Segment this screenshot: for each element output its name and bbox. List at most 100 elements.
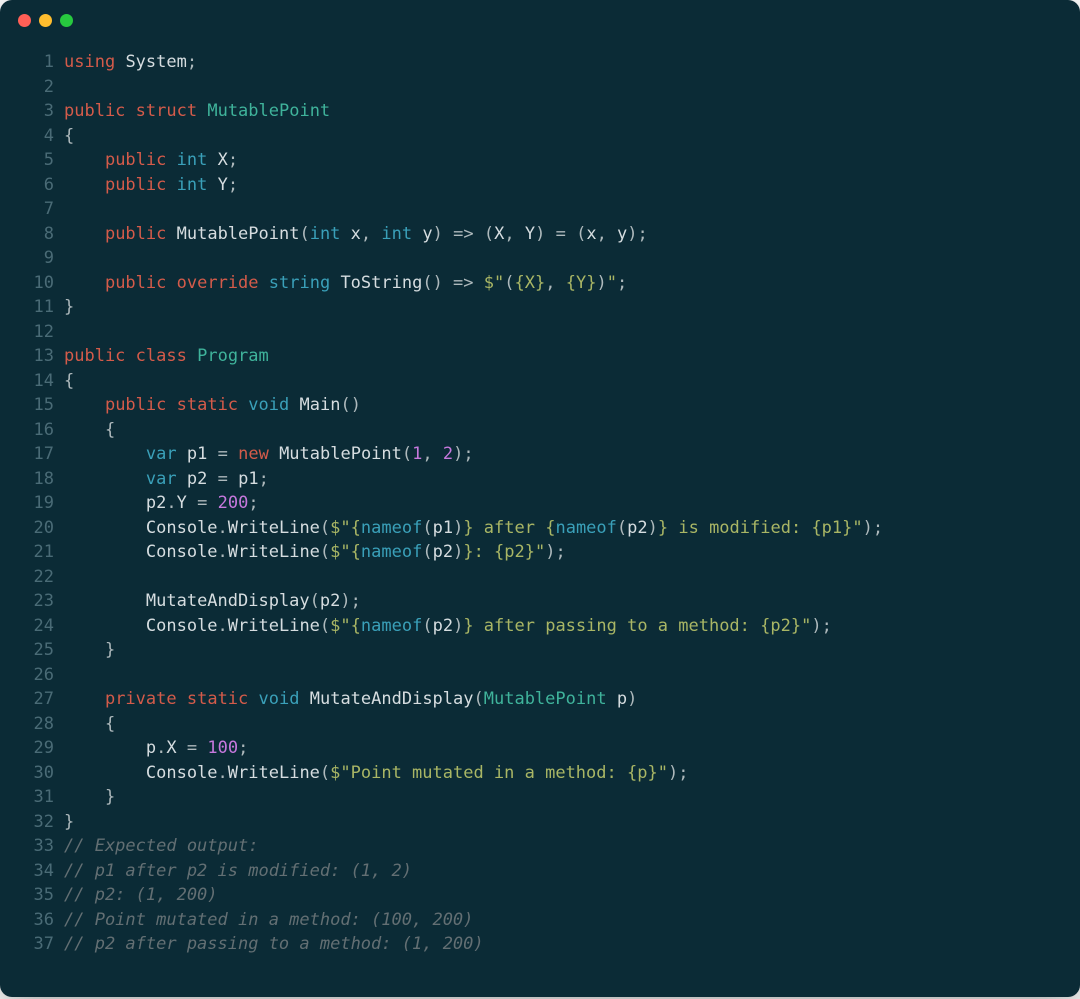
token-punct: , (545, 273, 565, 293)
code-line: p2.Y = 200; (64, 491, 1060, 516)
token-punct: . (218, 763, 228, 783)
token-str: } (463, 616, 473, 636)
code-line: Console.WriteLine($"{nameof(p2)} after p… (64, 614, 1060, 639)
token-punct: ); (453, 444, 473, 464)
token-kw: public (105, 273, 166, 293)
token-kw2: nameof (361, 616, 422, 636)
zoom-icon[interactable] (60, 14, 73, 27)
token-punct: ) (453, 518, 463, 538)
token-punct: ( (484, 224, 494, 244)
token-id: p2 (146, 493, 166, 513)
line-number: 5 (0, 148, 54, 173)
token-type: MutablePoint (484, 689, 607, 709)
code-line: { (64, 124, 1060, 149)
code-line: public int Y; (64, 173, 1060, 198)
token-punct: ); (811, 616, 831, 636)
token-str: {p2} (494, 542, 535, 562)
code-line (64, 565, 1060, 590)
token-str: $" (330, 542, 350, 562)
code-line: public static void Main() (64, 393, 1060, 418)
token-fn: MutateAndDisplay (146, 591, 310, 611)
token-str: {X} (515, 273, 546, 293)
token-punct: ) (453, 616, 463, 636)
token-op: = (556, 224, 566, 244)
token-punct: () (422, 273, 453, 293)
token-punct: . (166, 493, 176, 513)
token-punct: ) (648, 518, 658, 538)
token-punct: ; (248, 493, 258, 513)
token-num: 1 (412, 444, 422, 464)
token-punct: ( (310, 591, 320, 611)
token-punct: { (64, 371, 74, 391)
token-str: " (801, 616, 811, 636)
token-punct: } (105, 640, 115, 660)
line-number: 18 (0, 467, 54, 492)
token-kw2: int (381, 224, 412, 244)
code-window: 1234567891011121314151617181920212223242… (0, 0, 1080, 997)
token-id: X (218, 150, 228, 170)
code-line (64, 246, 1060, 271)
token-kw2: nameof (555, 518, 616, 538)
token-id: Console (146, 518, 218, 538)
line-number: 15 (0, 393, 54, 418)
token-id: y (422, 224, 432, 244)
token-id: p (617, 689, 627, 709)
token-kw: public (105, 150, 166, 170)
token-op: = (187, 738, 197, 758)
token-kw2: void (259, 689, 300, 709)
minimize-icon[interactable] (39, 14, 52, 27)
line-number: 9 (0, 246, 54, 271)
token-kw: static (177, 395, 238, 415)
token-punct: ) (596, 273, 606, 293)
line-number: 35 (0, 883, 54, 908)
code-line: Console.WriteLine($"Point mutated in a m… (64, 761, 1060, 786)
token-punct: ); (668, 763, 688, 783)
code-area: using System; public struct MutablePoint… (64, 50, 1080, 957)
line-number: 19 (0, 491, 54, 516)
token-punct: ; (617, 273, 627, 293)
token-str: { (351, 542, 361, 562)
code-line: // Point mutated in a method: (100, 200) (64, 908, 1060, 933)
token-punct: ); (627, 224, 647, 244)
code-line: public MutablePoint(int x, int y) => (X,… (64, 222, 1060, 247)
token-punct: , (504, 224, 524, 244)
token-str: is modified: (668, 518, 811, 538)
token-type: Program (197, 346, 269, 366)
code-line (64, 75, 1060, 100)
line-number: 20 (0, 516, 54, 541)
token-punct: . (218, 518, 228, 538)
line-number: 25 (0, 638, 54, 663)
line-number: 24 (0, 614, 54, 639)
token-punct: ( (320, 616, 330, 636)
line-number: 31 (0, 785, 54, 810)
token-id: x (586, 224, 596, 244)
code-line: } (64, 810, 1060, 835)
token-num: 100 (207, 738, 238, 758)
token-punct: ( (474, 689, 484, 709)
code-line: } (64, 295, 1060, 320)
close-icon[interactable] (18, 14, 31, 27)
token-punct: ) (535, 224, 555, 244)
token-punct: ( (422, 616, 432, 636)
token-punct: } (64, 812, 74, 832)
token-id: Console (146, 542, 218, 562)
code-line: public override string ToString() => $"(… (64, 271, 1060, 296)
line-number: 7 (0, 197, 54, 222)
token-punct: . (218, 542, 228, 562)
token-id: p1 (433, 518, 453, 538)
line-number: 10 (0, 271, 54, 296)
token-punct: ( (422, 542, 432, 562)
token-kw: public (105, 224, 166, 244)
token-fn: WriteLine (228, 616, 320, 636)
line-number: 8 (0, 222, 54, 247)
line-number: 32 (0, 810, 54, 835)
line-number: 27 (0, 687, 54, 712)
token-punct: ( (320, 518, 330, 538)
token-str: : (474, 542, 494, 562)
token-num: 200 (218, 493, 249, 513)
token-str: " (535, 542, 545, 562)
line-number: 37 (0, 932, 54, 957)
token-punct: } (64, 297, 74, 317)
token-str: { (351, 518, 361, 538)
token-kw2: int (310, 224, 341, 244)
